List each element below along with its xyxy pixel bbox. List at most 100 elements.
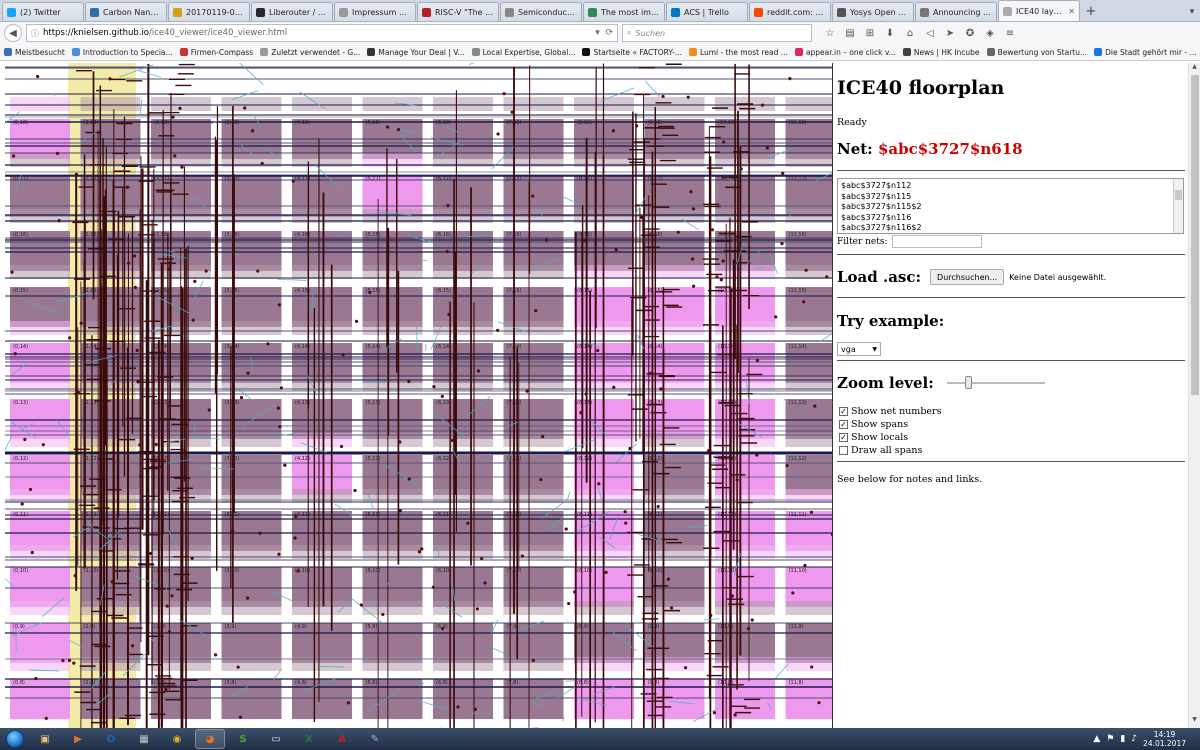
bookmark-item[interactable]: Introduction to Specia... xyxy=(71,48,173,57)
close-icon[interactable]: ✕ xyxy=(1066,7,1075,16)
floorplan-svg[interactable]: (0,18) (1,18) (2,18) (3,18) (4,18) (5,18) (6,1… xyxy=(5,63,833,728)
browser-tab[interactable]: 20170119-0005-... xyxy=(168,2,250,21)
wire-junction-dot xyxy=(802,300,806,304)
taskbar-app-button[interactable]: S xyxy=(228,729,258,749)
tab-list-icon[interactable]: ▾ xyxy=(1184,3,1200,21)
taskbar-app-button[interactable]: ▭ xyxy=(261,729,291,749)
tray-expand-icon[interactable]: ▲ xyxy=(1093,734,1100,744)
taskbar-app-button[interactable]: X xyxy=(294,729,324,749)
bookmark-item[interactable]: Meistbesucht xyxy=(4,48,65,57)
browser-tab[interactable]: RISC-V "The thi... xyxy=(417,2,499,21)
net-list-scrollbar[interactable] xyxy=(1173,179,1183,233)
search-input[interactable]: ⌕ Suchen xyxy=(622,24,812,42)
routing-channel xyxy=(10,265,70,279)
star-icon[interactable]: ☆ xyxy=(820,24,840,42)
browser-tab[interactable]: The most impo... xyxy=(583,2,665,21)
net-list-item[interactable]: $abc$3727$n116 xyxy=(841,213,1180,224)
scroll-down-icon[interactable]: ▼ xyxy=(1189,716,1200,728)
page-scroll-thumb[interactable] xyxy=(1191,75,1199,395)
page-title: ICE40 floorplan xyxy=(837,77,1005,99)
reload-icon[interactable]: ▾ ⟳ xyxy=(595,28,613,38)
browser-tab[interactable]: ICE40 layout vie...✕ xyxy=(998,0,1080,21)
option-checkbox[interactable]: ✓ xyxy=(839,407,848,416)
net-list-item[interactable]: $abc$3727$n115 xyxy=(841,192,1180,203)
browser-tab[interactable]: (2) Twitter xyxy=(2,2,84,21)
taskbar-app-button[interactable]: ✎ xyxy=(360,729,390,749)
zoom-slider-knob[interactable] xyxy=(964,376,972,389)
browser-tab[interactable]: Yosys Open SY... xyxy=(832,2,914,21)
send-icon[interactable]: ➤ xyxy=(940,24,960,42)
snagit-icon: S xyxy=(239,733,247,745)
tile-coordinate-label: (3,10) xyxy=(225,568,240,574)
net-list[interactable]: $abc$3727$n112 $abc$3727$n115 $abc$3727$n1… xyxy=(837,178,1184,234)
back-button[interactable]: ◀ xyxy=(4,24,22,42)
excel-icon: X xyxy=(305,733,313,745)
bookmark-item[interactable]: Manage Your Deal | V... xyxy=(367,48,465,57)
page-scrollbar[interactable]: ▲ ▼ xyxy=(1188,63,1200,728)
option-row[interactable]: Draw all spans xyxy=(839,444,941,457)
bookmark-item[interactable]: Startseite « FACTORY-... xyxy=(582,48,682,57)
download-icon[interactable]: ⬇ xyxy=(880,24,900,42)
floorplan-canvas[interactable]: (0,18) (1,18) (2,18) (3,18) (4,18) (5,18) (6,1… xyxy=(5,63,833,728)
net-list-item[interactable]: $abc$3727$n116$2 xyxy=(841,223,1180,233)
local-wire xyxy=(566,491,571,501)
pocket-icon[interactable]: ◁ xyxy=(920,24,940,42)
taskbar-app-button[interactable]: A xyxy=(327,729,357,749)
option-checkbox[interactable]: ✓ xyxy=(839,420,848,429)
bookmark-item[interactable]: News | HK Incube xyxy=(902,47,980,57)
bookmark-item[interactable]: Zuletzt verwendet - G... xyxy=(260,48,360,57)
taskbar-app-button[interactable]: ▣ xyxy=(30,729,60,749)
browser-tab[interactable]: Announcing IC... xyxy=(915,2,997,21)
flag-icon[interactable]: ⚑ xyxy=(1106,734,1114,744)
addon-icon[interactable]: ✪ xyxy=(960,24,980,42)
browser-tab[interactable]: reddit.com: Suc... xyxy=(749,2,831,21)
start-button[interactable] xyxy=(0,728,30,750)
lock-icon[interactable]: ⊞ xyxy=(860,24,880,42)
extension-icon[interactable]: ◈ xyxy=(980,24,1000,42)
net-list-item[interactable]: $abc$3727$n115$2 xyxy=(841,202,1180,213)
bookmark-item[interactable]: Die Stadt gehört mir - ... xyxy=(1094,48,1197,57)
bookmark-item[interactable]: Firmen-Compass xyxy=(179,48,253,57)
browser-tab[interactable]: Liberouter / Ce... xyxy=(251,2,333,21)
taskbar-app-button[interactable]: O xyxy=(96,729,126,749)
new-tab-button[interactable]: + xyxy=(1083,5,1099,21)
browse-file-button[interactable]: Durchsuchen... xyxy=(930,269,1005,285)
taskbar-app-button[interactable]: ◕ xyxy=(195,729,225,749)
bookmark-label: News | HK Incube xyxy=(913,47,980,57)
home-icon[interactable]: ⌂ xyxy=(900,24,920,42)
taskbar-app-button[interactable]: ◉ xyxy=(162,729,192,749)
taskbar-app-button[interactable]: ▶ xyxy=(63,729,93,749)
info-icon[interactable]: ⓘ xyxy=(31,28,39,39)
bookmark-item[interactable]: Local Expertise, Global... xyxy=(471,48,575,57)
filter-nets-input[interactable] xyxy=(891,235,982,248)
option-checkbox[interactable] xyxy=(839,446,848,455)
scroll-up-icon[interactable]: ▲ xyxy=(1189,63,1200,75)
zoom-slider[interactable] xyxy=(946,376,1045,389)
bookmark-item[interactable]: Bewertung von Startu... xyxy=(986,48,1087,57)
option-checkbox[interactable]: ✓ xyxy=(839,433,848,442)
net-list-item[interactable]: $abc$3727$n112 xyxy=(841,181,1180,192)
wire-junction-dot xyxy=(260,161,264,166)
network-icon[interactable]: ▮ xyxy=(1120,734,1125,744)
browser-tab[interactable]: Semiconductor Eng... xyxy=(500,2,582,21)
wire-junction-dot xyxy=(534,309,538,313)
option-row[interactable]: ✓ Show spans xyxy=(839,418,941,431)
option-row[interactable]: ✓ Show locals xyxy=(839,431,941,444)
bookmark-item[interactable]: Lumi - the most read ... xyxy=(688,48,788,57)
option-row[interactable]: ✓ Show net numbers xyxy=(839,405,941,418)
browser-tab[interactable]: Carbon Nanotu... xyxy=(85,2,167,21)
reading-list-icon[interactable]: ▤ xyxy=(840,24,860,42)
wire-junction-dot xyxy=(445,249,449,254)
url-bar[interactable]: ⓘ https://knielsen.github.io/ice40_viewe… xyxy=(26,24,618,42)
browser-tab[interactable]: ACS | Trello xyxy=(666,2,748,21)
firefox-icon: ◕ xyxy=(205,733,215,745)
volume-icon[interactable]: ♪ xyxy=(1131,734,1137,744)
clock[interactable]: 14:19 24.01.2017 xyxy=(1143,730,1186,748)
browser-tab[interactable]: Impressum » B... xyxy=(334,2,416,21)
wire-junction-dot xyxy=(133,285,137,289)
bookmark-item[interactable]: appear.in – one click v... xyxy=(794,48,896,57)
taskbar-app-button[interactable]: ▦ xyxy=(129,729,159,749)
menu-icon[interactable]: ≡ xyxy=(1000,24,1020,42)
example-select[interactable]: vga ▼ xyxy=(837,342,881,356)
net-list-scroll-thumb[interactable] xyxy=(1175,190,1182,200)
